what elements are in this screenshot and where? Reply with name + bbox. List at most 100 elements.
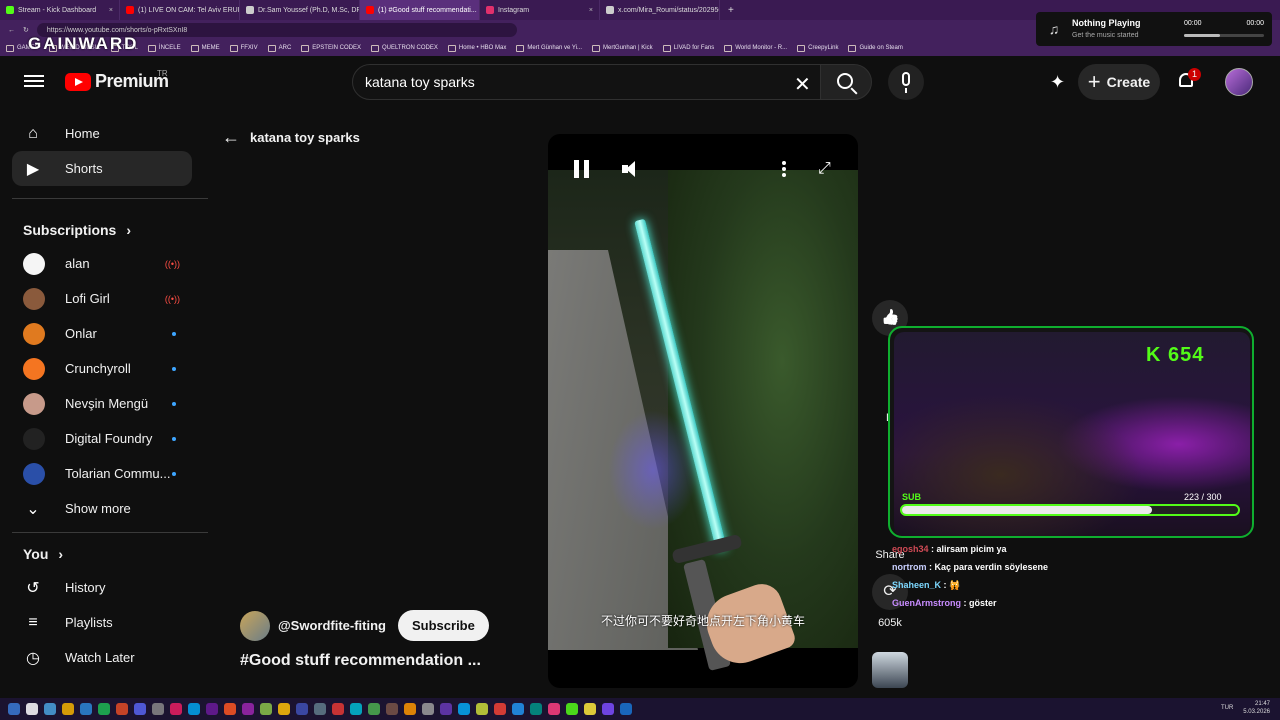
premium-gem-icon[interactable]: ✦	[1050, 72, 1065, 93]
bookmark-item[interactable]: World Monitor - R...	[724, 45, 787, 52]
channel-name[interactable]: @Swordfite-fiting	[278, 618, 386, 633]
shorts-video-player[interactable]: ⤢ 不过你可不要好奇地点开左下角小黄车	[548, 134, 858, 688]
taskbar-app-icon[interactable]	[530, 703, 542, 715]
browser-tab[interactable]: (1) LIVE ON CAM: Tel Aviv ERUPTS×	[120, 0, 240, 20]
subscriptions-heading[interactable]: Subscriptions ›	[23, 222, 192, 238]
taskbar-app-icon[interactable]	[44, 703, 56, 715]
taskbar-app-icon[interactable]	[512, 703, 524, 715]
taskbar-app-icon[interactable]	[116, 703, 128, 715]
youtube-premium-logo[interactable]: Premium TR	[65, 69, 169, 92]
taskbar-app-icon[interactable]	[494, 703, 506, 715]
browser-tab[interactable]: Dr.Sam Youssef (Ph.D, M.Sc, DPT...×	[240, 0, 360, 20]
you-heading[interactable]: You ›	[23, 546, 192, 562]
new-tab-icon[interactable]: +	[720, 5, 734, 16]
bookmark-item[interactable]: MertGunhan | Kick	[592, 45, 653, 52]
pause-icon[interactable]	[574, 160, 590, 178]
subscription-item[interactable]: Nevşin Mengü	[12, 386, 192, 421]
taskbar-app-icon[interactable]	[458, 703, 470, 715]
fullscreen-icon[interactable]: ⤢	[818, 160, 831, 178]
search-button[interactable]	[820, 64, 872, 100]
channel-avatar	[23, 427, 45, 450]
close-tab-icon[interactable]: ×	[589, 7, 593, 14]
sidebar-item-shorts[interactable]: ▶ Shorts	[12, 151, 192, 186]
bookmark-item[interactable]: LIVAD for Fans	[663, 45, 715, 52]
voice-search-button[interactable]	[888, 64, 924, 100]
hamburger-menu-icon[interactable]	[24, 72, 44, 90]
browser-tab[interactable]: Instagram ×	[480, 0, 600, 20]
clear-search-icon[interactable]: ✕	[794, 72, 811, 97]
taskbar-app-icon[interactable]	[152, 703, 164, 715]
account-avatar[interactable]	[1225, 68, 1253, 96]
video-title[interactable]: #Good stuff recommendation ...	[240, 652, 481, 670]
taskbar-app-icon[interactable]	[278, 703, 290, 715]
taskbar-app-icon[interactable]	[440, 703, 452, 715]
taskbar-app-icon[interactable]	[620, 703, 632, 715]
subscription-item[interactable]: Tolarian Commu...	[12, 456, 192, 491]
sidebar-item-history[interactable]: ↺ History	[12, 570, 192, 605]
sidebar-item-playlists[interactable]: ≡ Playlists	[12, 605, 192, 640]
back-nav-icon[interactable]: ←	[8, 27, 15, 34]
bookmark-item[interactable]: FFXIV	[230, 45, 258, 52]
taskbar-app-icon[interactable]	[188, 703, 200, 715]
taskbar-app-icon[interactable]	[8, 703, 20, 715]
sidebar-item-home[interactable]: ⌂ Home	[12, 116, 192, 151]
create-button[interactable]: + Create	[1078, 64, 1160, 100]
show-more-button[interactable]: ⌄ Show more	[12, 491, 192, 526]
sidebar: ⌂ Home ▶ Shorts	[12, 116, 192, 186]
taskbar-app-icon[interactable]	[98, 703, 110, 715]
taskbar-app-icon[interactable]	[584, 703, 596, 715]
taskbar-app-icon[interactable]	[206, 703, 218, 715]
subscribe-button[interactable]: Subscribe	[398, 610, 489, 641]
taskbar-app-icon[interactable]	[422, 703, 434, 715]
bookmark-item[interactable]: QUELTRON CODEX	[371, 45, 438, 52]
search-box[interactable]	[352, 64, 828, 100]
subscription-item[interactable]: Onlar	[12, 316, 192, 351]
taskbar-app-icon[interactable]	[602, 703, 614, 715]
taskbar-app-icon[interactable]	[404, 703, 416, 715]
sound-thumbnail[interactable]	[872, 652, 908, 688]
search-input[interactable]	[365, 74, 765, 90]
bookmark-item[interactable]: Mert Günhan ve Yi...	[516, 45, 582, 52]
close-tab-icon[interactable]: ×	[109, 7, 113, 14]
bookmark-item[interactable]: Guide on Steam	[848, 45, 902, 52]
taskbar-app-icon[interactable]	[566, 703, 578, 715]
taskbar-app-icon[interactable]	[260, 703, 272, 715]
taskbar-app-icon[interactable]	[170, 703, 182, 715]
browser-tab[interactable]: (1) #Good stuff recommendati...×	[360, 0, 480, 20]
language-indicator[interactable]: TUR	[1221, 705, 1233, 711]
more-options-icon[interactable]	[782, 160, 788, 178]
taskbar-app-icon[interactable]	[368, 703, 380, 715]
taskbar-app-icon[interactable]	[134, 703, 146, 715]
taskbar-app-icon[interactable]	[386, 703, 398, 715]
taskbar-app-icon[interactable]	[548, 703, 560, 715]
taskbar-app-icon[interactable]	[476, 703, 488, 715]
bookmark-item[interactable]: ARC	[268, 45, 292, 52]
subscription-item[interactable]: Crunchyroll	[12, 351, 192, 386]
taskbar-app-icon[interactable]	[350, 703, 362, 715]
browser-tab[interactable]: Stream - Kick Dashboard ×	[0, 0, 120, 20]
bookmark-item[interactable]: Home • HBO Max	[448, 45, 506, 52]
sidebar-item-watch-later[interactable]: ◷ Watch Later	[12, 640, 192, 675]
taskbar-app-icon[interactable]	[314, 703, 326, 715]
live-indicator-icon: ((•))	[164, 258, 180, 269]
taskbar-app-icon[interactable]	[296, 703, 308, 715]
taskbar-app-icon[interactable]	[80, 703, 92, 715]
taskbar-app-icon[interactable]	[62, 703, 74, 715]
notifications-button[interactable]: 1	[1176, 68, 1201, 92]
browser-tab[interactable]: x.com/Mira_Roumi/status/202956...×	[600, 0, 720, 20]
taskbar-app-icon[interactable]	[332, 703, 344, 715]
bookmark-item[interactable]: İNCELE	[148, 45, 181, 52]
subscription-item[interactable]: Digital Foundry	[12, 421, 192, 456]
volume-icon[interactable]	[622, 161, 640, 177]
taskbar-app-icon[interactable]	[242, 703, 254, 715]
taskbar-app-icon[interactable]	[224, 703, 236, 715]
reload-icon[interactable]: ↻	[23, 26, 29, 34]
subscription-item[interactable]: alan ((•))	[12, 246, 192, 281]
back-to-search[interactable]: ← katana toy sparks	[222, 127, 360, 148]
bookmark-item[interactable]: EPSTEIN CODEX	[301, 45, 361, 52]
bookmark-item[interactable]: MEME	[191, 45, 220, 52]
bookmark-item[interactable]: CreepyLink	[797, 45, 838, 52]
subscription-item[interactable]: Lofi Girl ((•))	[12, 281, 192, 316]
taskbar-app-icon[interactable]	[26, 703, 38, 715]
channel-avatar[interactable]	[240, 610, 270, 641]
